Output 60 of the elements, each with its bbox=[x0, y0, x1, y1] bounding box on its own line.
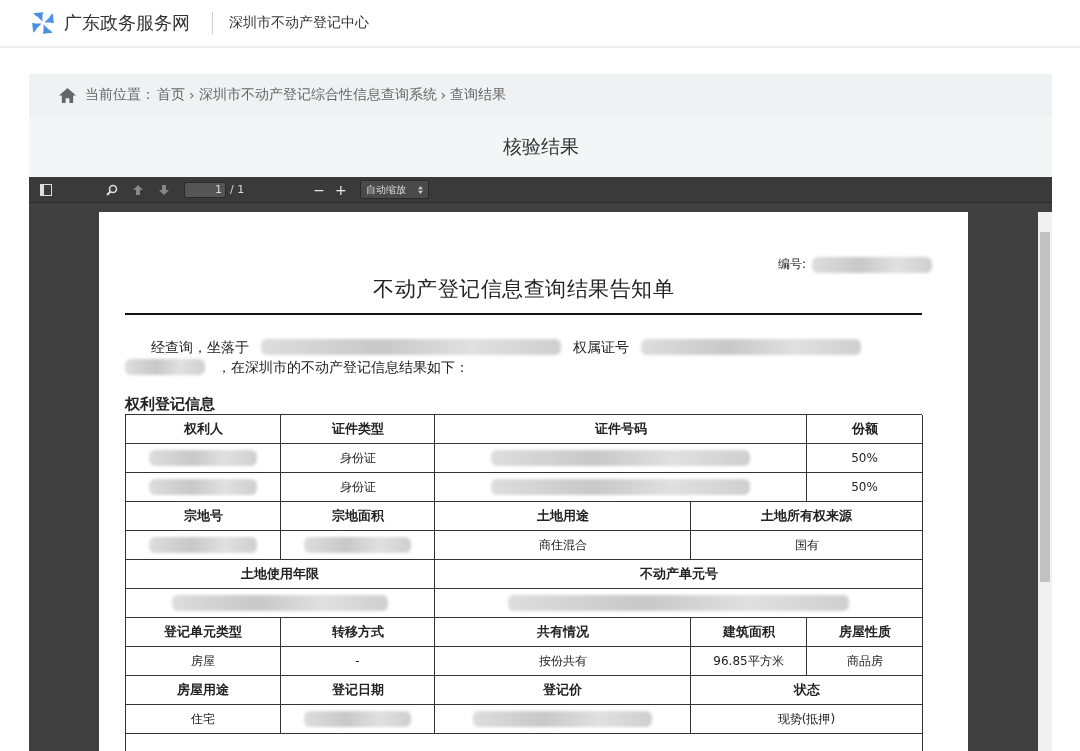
table-cell: 房屋 bbox=[191, 652, 215, 670]
page-number-field[interactable]: 1 bbox=[184, 181, 226, 198]
intro-text: 权属证号 bbox=[573, 338, 629, 357]
column-header: 土地所有权来源 bbox=[761, 507, 852, 525]
document-title: 不动产登记信息查询结果告知单 bbox=[372, 276, 675, 303]
column-header: 登记单元类型 bbox=[164, 623, 242, 641]
table-cell: 按份共有 bbox=[538, 652, 587, 670]
table-cell: 住宅 bbox=[191, 710, 215, 728]
number-label: 编号: bbox=[777, 256, 806, 273]
section-title: 权利登记信息 bbox=[125, 395, 216, 414]
sidebar-toggle-icon[interactable] bbox=[40, 183, 52, 196]
table-cell: 50% bbox=[851, 480, 878, 494]
column-header: 登记价 bbox=[543, 681, 582, 699]
zoom-out-button[interactable]: − bbox=[308, 181, 330, 198]
table-cell: - bbox=[355, 654, 360, 668]
table-cell: 国有 bbox=[794, 536, 819, 554]
table-cell: 商住混合 bbox=[538, 536, 587, 554]
pinwheel-logo-icon bbox=[30, 10, 56, 36]
column-header: 宗地面积 bbox=[331, 507, 384, 525]
column-header: 权利人 bbox=[183, 420, 223, 438]
site-name[interactable]: 广东政务服务网 bbox=[64, 11, 190, 35]
column-header: 证件类型 bbox=[331, 420, 384, 438]
column-header: 登记日期 bbox=[331, 681, 384, 699]
column-header: 土地使用年限 bbox=[241, 565, 319, 583]
breadcrumb-link[interactable]: 深圳市不动产登记综合性信息查询系统 bbox=[198, 86, 437, 104]
column-header: 建筑面积 bbox=[722, 623, 775, 641]
down-arrow-icon[interactable] bbox=[158, 183, 170, 196]
column-header: 状态 bbox=[793, 681, 820, 699]
table-cell: 现势(抵押) bbox=[777, 710, 836, 728]
table-cell: 50% bbox=[851, 451, 878, 465]
column-header: 宗地号 bbox=[183, 507, 223, 525]
intro-text: 经查询，坐落于 bbox=[151, 338, 249, 357]
column-header: 转移方式 bbox=[331, 623, 384, 641]
breadcrumb-label: 当前位置： bbox=[85, 86, 155, 104]
column-header: 房屋性质 bbox=[838, 623, 891, 641]
breadcrumb-separator: › bbox=[189, 87, 195, 103]
page-count: / 1 bbox=[230, 183, 245, 196]
department-name: 深圳市不动产登记中心 bbox=[229, 14, 369, 32]
home-icon bbox=[58, 86, 77, 104]
column-header: 份额 bbox=[851, 420, 878, 438]
column-header: 共有情况 bbox=[536, 623, 589, 641]
search-icon[interactable] bbox=[106, 183, 118, 196]
intro-text: ，在深圳市的不动产登记信息结果如下： bbox=[217, 358, 469, 377]
panel-title: 核验结果 bbox=[502, 133, 579, 159]
table-cell: 商品房 bbox=[846, 652, 883, 670]
zoom-select[interactable]: 自动缩放 bbox=[359, 180, 429, 199]
breadcrumb-separator: › bbox=[440, 87, 447, 103]
select-arrows-icon bbox=[417, 185, 423, 194]
table-cell: 96.85平方米 bbox=[713, 652, 784, 670]
table-cell: 身份证 bbox=[339, 478, 376, 496]
up-arrow-icon[interactable] bbox=[132, 183, 144, 196]
breadcrumb-link[interactable]: 首页 bbox=[157, 86, 185, 104]
column-header: 证件号码 bbox=[594, 420, 647, 438]
breadcrumb-link[interactable]: 查询结果 bbox=[450, 86, 507, 104]
scrollbar-thumb[interactable] bbox=[1040, 232, 1050, 582]
table-cell: 身份证 bbox=[339, 449, 376, 467]
column-header: 土地用途 bbox=[536, 507, 589, 525]
zoom-in-button[interactable]: + bbox=[329, 181, 352, 198]
column-header: 不动产单元号 bbox=[639, 565, 718, 583]
column-header: 房屋用途 bbox=[177, 681, 229, 699]
